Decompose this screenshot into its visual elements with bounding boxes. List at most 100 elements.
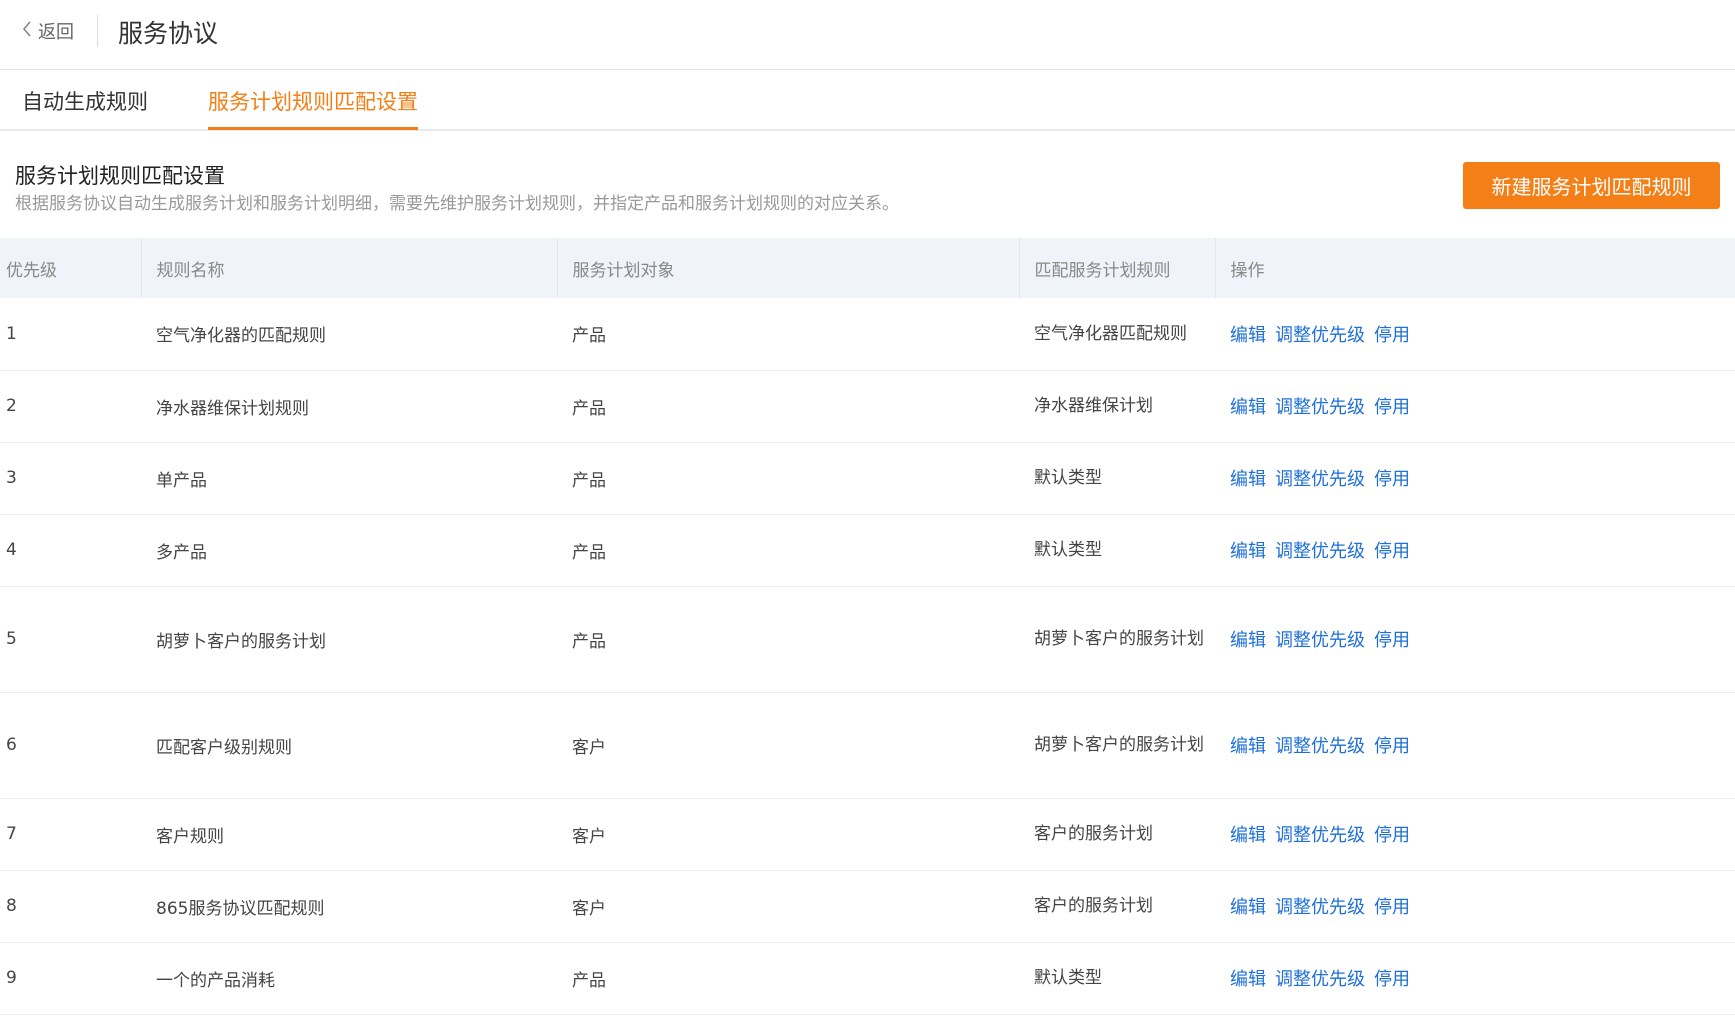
table-row: 4 多产品 产品 默认类型 编辑 调整优先级 停用 (0, 514, 1735, 587)
column-header-plan-object: 服务计划对象 (557, 238, 1020, 298)
back-button[interactable]: 返回 (22, 18, 74, 44)
table-row: 2 净水器维保计划规则 产品 净水器维保计划 编辑 调整优先级 停用 (0, 370, 1735, 443)
table-row: 8 865服务协议匹配规则 客户 客户的服务计划 编辑 调整优先级 停用 (0, 870, 1735, 943)
adjust-priority-link[interactable]: 调整优先级 (1275, 325, 1365, 346)
disable-link[interactable]: 停用 (1374, 397, 1410, 418)
plan-object-cell: 客户 (557, 692, 1019, 799)
tab-bar: 自动生成规则 服务计划规则匹配设置 (0, 71, 1735, 131)
plan-object-cell: 产品 (557, 942, 1019, 1015)
plan-object-cell: 产品 (557, 298, 1019, 371)
edit-link[interactable]: 编辑 (1230, 325, 1266, 346)
actions-cell: 编辑 调整优先级 停用 (1215, 586, 1735, 693)
priority-cell: 9 (0, 942, 141, 1015)
column-header-rule-name: 规则名称 (141, 238, 558, 298)
edit-link[interactable]: 编辑 (1230, 469, 1266, 490)
disable-link[interactable]: 停用 (1374, 630, 1410, 651)
adjust-priority-link[interactable]: 调整优先级 (1275, 897, 1365, 918)
rule-name-cell: 客户规则 (141, 798, 557, 871)
priority-cell: 4 (0, 514, 141, 587)
rule-name-cell: 多产品 (141, 514, 557, 587)
actions-cell: 编辑 调整优先级 停用 (1215, 298, 1735, 371)
rule-name-cell: 空气净化器的匹配规则 (141, 298, 557, 371)
adjust-priority-link[interactable]: 调整优先级 (1275, 397, 1365, 418)
matched-rule-cell: 空气净化器匹配规则 (1019, 298, 1215, 371)
adjust-priority-link[interactable]: 调整优先级 (1275, 736, 1365, 757)
edit-link[interactable]: 编辑 (1230, 630, 1266, 651)
rule-name-cell: 一个的产品消耗 (141, 942, 557, 1015)
section-description: 根据服务协议自动生成服务计划和服务计划明细，需要先维护服务计划规则，并指定产品和… (15, 194, 899, 214)
edit-link[interactable]: 编辑 (1230, 825, 1266, 846)
matched-rule-cell: 胡萝卜客户的服务计划 (1019, 692, 1215, 799)
matched-rule-cell: 客户的服务计划 (1019, 798, 1215, 871)
actions-cell: 编辑 调整优先级 停用 (1215, 798, 1735, 871)
back-label[interactable]: 返回 (38, 18, 74, 44)
matched-rule-cell: 胡萝卜客户的服务计划 (1019, 586, 1215, 693)
adjust-priority-link[interactable]: 调整优先级 (1275, 469, 1365, 490)
plan-object-cell: 产品 (557, 586, 1019, 693)
disable-link[interactable]: 停用 (1374, 469, 1410, 490)
edit-link[interactable]: 编辑 (1230, 897, 1266, 918)
page-title: 服务协议 (118, 19, 219, 48)
edit-link[interactable]: 编辑 (1230, 397, 1266, 418)
adjust-priority-link[interactable]: 调整优先级 (1275, 969, 1365, 990)
rule-name-cell: 净水器维保计划规则 (141, 370, 557, 443)
tab-auto-generate-rules[interactable]: 自动生成规则 (22, 86, 148, 130)
table-row: 9 一个的产品消耗 产品 默认类型 编辑 调整优先级 停用 (0, 942, 1735, 1015)
priority-cell: 3 (0, 442, 141, 515)
matched-rule-cell: 默认类型 (1019, 942, 1215, 1015)
table-row: 5 胡萝卜客户的服务计划 产品 胡萝卜客户的服务计划 编辑 调整优先级 停用 (0, 586, 1735, 693)
actions-cell: 编辑 调整优先级 停用 (1215, 692, 1735, 799)
adjust-priority-link[interactable]: 调整优先级 (1275, 630, 1365, 651)
table-row: 3 单产品 产品 默认类型 编辑 调整优先级 停用 (0, 442, 1735, 515)
section-title: 服务计划规则匹配设置 (15, 164, 225, 188)
table-row: 1 空气净化器的匹配规则 产品 空气净化器匹配规则 编辑 调整优先级 停用 (0, 298, 1735, 371)
plan-object-cell: 产品 (557, 442, 1019, 515)
disable-link[interactable]: 停用 (1374, 969, 1410, 990)
edit-link[interactable]: 编辑 (1230, 736, 1266, 757)
page-header: 返回 服务协议 (0, 0, 1735, 70)
plan-object-cell: 客户 (557, 798, 1019, 871)
table-row: 6 匹配客户级别规则 客户 胡萝卜客户的服务计划 编辑 调整优先级 停用 (0, 692, 1735, 799)
edit-link[interactable]: 编辑 (1230, 541, 1266, 562)
actions-cell: 编辑 调整优先级 停用 (1215, 514, 1735, 587)
priority-cell: 5 (0, 586, 141, 693)
column-header-priority: 优先级 (0, 238, 142, 298)
plan-object-cell: 产品 (557, 514, 1019, 587)
plan-object-cell: 客户 (557, 870, 1019, 943)
rule-name-cell: 865服务协议匹配规则 (141, 870, 557, 943)
matched-rule-cell: 净水器维保计划 (1019, 370, 1215, 443)
priority-cell: 6 (0, 692, 141, 799)
priority-cell: 1 (0, 298, 141, 371)
actions-cell: 编辑 调整优先级 停用 (1215, 442, 1735, 515)
column-header-actions: 操作 (1230, 260, 1265, 281)
edit-link[interactable]: 编辑 (1230, 969, 1266, 990)
tab-service-plan-matching[interactable]: 服务计划规则匹配设置 (208, 86, 418, 130)
matched-rule-cell: 默认类型 (1019, 514, 1215, 587)
disable-link[interactable]: 停用 (1374, 825, 1410, 846)
actions-cell: 编辑 调整优先级 停用 (1215, 870, 1735, 943)
matched-rule-cell: 客户的服务计划 (1019, 870, 1215, 943)
chevron-left-icon (22, 20, 38, 42)
header-divider (97, 15, 98, 47)
actions-cell: 编辑 调整优先级 停用 (1215, 370, 1735, 443)
disable-link[interactable]: 停用 (1374, 736, 1410, 757)
table-row: 7 客户规则 客户 客户的服务计划 编辑 调整优先级 停用 (0, 798, 1735, 871)
priority-cell: 2 (0, 370, 141, 443)
rule-name-cell: 单产品 (141, 442, 557, 515)
plan-object-cell: 产品 (557, 370, 1019, 443)
priority-cell: 8 (0, 870, 141, 943)
actions-cell: 编辑 调整优先级 停用 (1215, 942, 1735, 1015)
disable-link[interactable]: 停用 (1374, 325, 1410, 346)
rule-name-cell: 匹配客户级别规则 (141, 692, 557, 799)
priority-cell: 7 (0, 798, 141, 871)
disable-link[interactable]: 停用 (1374, 897, 1410, 918)
new-matching-rule-button[interactable]: 新建服务计划匹配规则 (1463, 162, 1720, 209)
table-header-row: 优先级 规则名称 服务计划对象 匹配服务计划规则 操作 (0, 238, 1735, 298)
column-header-matched-rule: 匹配服务计划规则 (1019, 238, 1216, 298)
matched-rule-cell: 默认类型 (1019, 442, 1215, 515)
matching-rules-table: 优先级 规则名称 服务计划对象 匹配服务计划规则 操作 1 空气净化器的匹配规则… (0, 238, 1735, 1015)
adjust-priority-link[interactable]: 调整优先级 (1275, 541, 1365, 562)
disable-link[interactable]: 停用 (1374, 541, 1410, 562)
rule-name-cell: 胡萝卜客户的服务计划 (141, 586, 557, 693)
adjust-priority-link[interactable]: 调整优先级 (1275, 825, 1365, 846)
